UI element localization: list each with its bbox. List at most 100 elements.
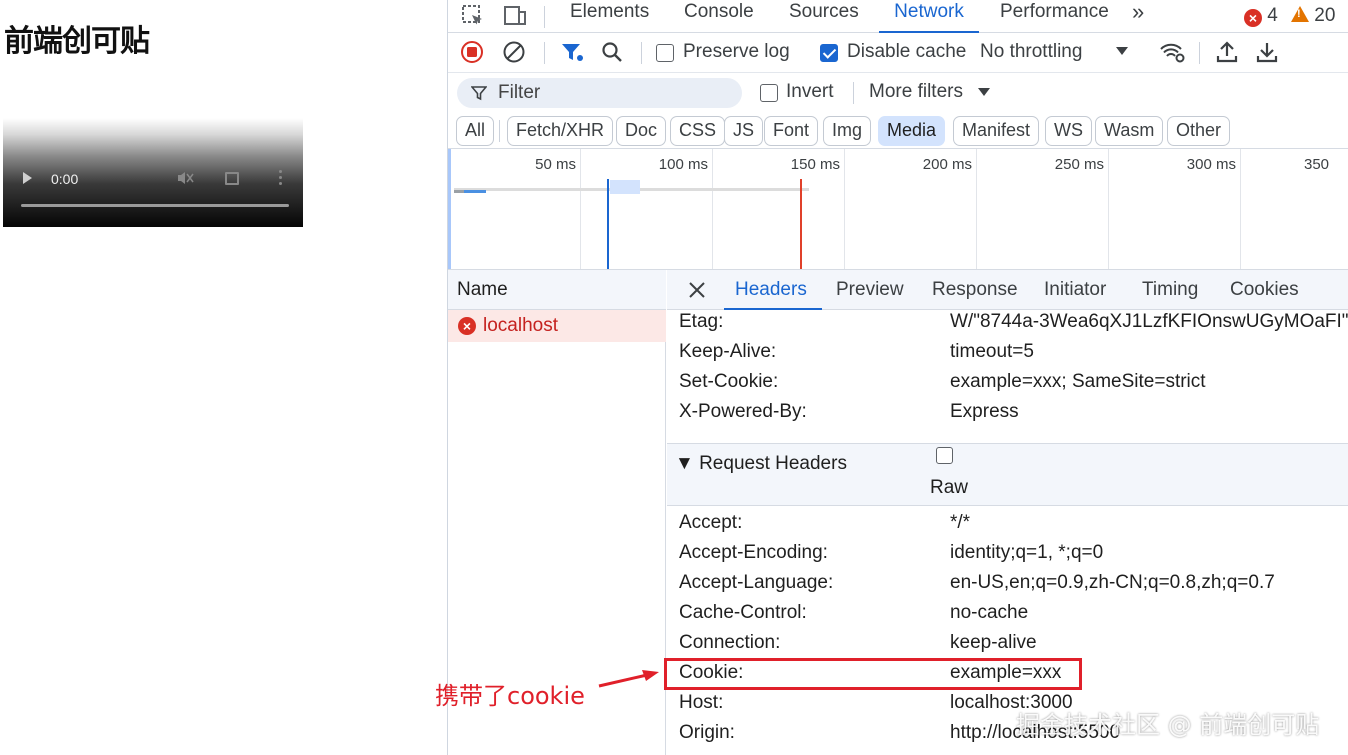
- type-img[interactable]: Img: [823, 116, 872, 146]
- raw-label[interactable]: Raw: [930, 477, 968, 499]
- timeline-label: 100 ms: [658, 156, 708, 173]
- type-js[interactable]: JS: [724, 116, 764, 146]
- header-value: */*: [950, 512, 971, 533]
- tab-network[interactable]: Network: [879, 0, 979, 33]
- timeline-label: 250 ms: [1054, 156, 1104, 173]
- video-time: 0:00: [51, 171, 79, 187]
- divider: [499, 120, 500, 142]
- header-key: Etag:: [679, 311, 724, 332]
- annotation-arrow-icon: [598, 670, 659, 688]
- close-icon[interactable]: [687, 280, 707, 305]
- tab-initiator[interactable]: Initiator: [1044, 279, 1106, 301]
- network-timeline-overview[interactable]: 50 ms 100 ms 150 ms 200 ms 250 ms 300 ms…: [448, 149, 1348, 270]
- warning-counter[interactable]: 20: [1291, 5, 1335, 27]
- import-har-icon[interactable]: [1215, 40, 1241, 66]
- tab-preview[interactable]: Preview: [836, 279, 904, 301]
- divider: [641, 42, 642, 64]
- throttling-select[interactable]: No throttling: [980, 41, 1082, 63]
- header-key: Accept:: [679, 512, 743, 533]
- response-header-row: Etag: W/"8744a-3Wea6qXJ1LzfKFIOnswUGyMOa…: [667, 309, 1348, 339]
- error-counter[interactable]: × 4: [1244, 5, 1278, 27]
- export-har-icon[interactable]: [1255, 40, 1281, 66]
- type-media[interactable]: Media: [878, 116, 946, 146]
- page-title: 前端创可贴: [4, 24, 150, 59]
- tab-timing[interactable]: Timing: [1142, 279, 1198, 301]
- filter-bar: Filter Invert More filters: [448, 73, 1348, 113]
- filter-toggle-icon[interactable]: [560, 40, 586, 66]
- timeline-label: 50 ms: [535, 156, 576, 173]
- response-header-row: Keep-Alive: timeout=5: [667, 339, 1348, 369]
- stop-recording-icon[interactable]: [460, 40, 486, 66]
- request-header-row: Accept-Language: en-US,en;q=0.9,zh-CN;q=…: [667, 570, 1348, 600]
- mute-icon[interactable]: [176, 170, 194, 186]
- header-key: Host:: [679, 692, 724, 713]
- header-value: identity;q=1, *;q=0: [950, 542, 1104, 563]
- header-value: keep-alive: [950, 632, 1037, 653]
- request-row[interactable]: × localhost: [448, 310, 666, 342]
- chevron-down-icon[interactable]: [978, 88, 990, 96]
- request-bar-segment: [454, 190, 464, 193]
- preserve-log-checkbox[interactable]: [656, 44, 674, 62]
- header-value: timeout=5: [950, 341, 1034, 362]
- filter-input[interactable]: Filter: [457, 78, 742, 108]
- response-header-row: Set-Cookie: example=xxx; SameSite=strict: [667, 369, 1348, 399]
- tab-performance[interactable]: Performance: [1000, 0, 1109, 33]
- type-other[interactable]: Other: [1167, 116, 1231, 146]
- disable-cache-checkbox[interactable]: [820, 44, 838, 62]
- more-filters-button[interactable]: More filters: [869, 81, 963, 103]
- timeline-range-handle[interactable]: [448, 149, 451, 269]
- timeline-label: 300 ms: [1186, 156, 1236, 173]
- tab-cookies[interactable]: Cookies: [1230, 279, 1299, 301]
- type-wasm[interactable]: Wasm: [1095, 116, 1164, 146]
- grid-line: [712, 149, 713, 269]
- preserve-log-label[interactable]: Preserve log: [683, 41, 790, 63]
- timeline-label: 350: [1304, 156, 1330, 173]
- tab-console[interactable]: Console: [684, 0, 754, 33]
- type-manifest[interactable]: Manifest: [953, 116, 1040, 146]
- search-icon[interactable]: [600, 40, 626, 66]
- more-tabs-icon[interactable]: »: [1132, 0, 1144, 31]
- tab-headers[interactable]: Headers: [735, 279, 807, 301]
- warning-icon: [1291, 6, 1309, 22]
- request-headers-section[interactable]: ▼ Request Headers Raw: [667, 443, 1348, 506]
- invert-label[interactable]: Invert: [786, 81, 834, 103]
- section-title[interactable]: ▼ Request Headers: [675, 453, 847, 475]
- error-count: 4: [1267, 5, 1278, 26]
- request-header-row: Accept-Encoding: identity;q=1, *;q=0: [667, 540, 1348, 570]
- type-css[interactable]: CSS: [670, 116, 726, 146]
- clear-icon[interactable]: [502, 40, 528, 66]
- play-icon[interactable]: [23, 172, 32, 184]
- tab-sources[interactable]: Sources: [789, 0, 859, 33]
- invert-checkbox[interactable]: [760, 84, 778, 102]
- request-bar-segment: [464, 190, 486, 193]
- type-all[interactable]: All: [456, 116, 495, 146]
- header-value: Express: [950, 401, 1019, 422]
- type-ws[interactable]: WS: [1045, 116, 1092, 146]
- type-font[interactable]: Font: [764, 116, 819, 146]
- chevron-down-icon[interactable]: [1116, 47, 1128, 55]
- disable-cache-label[interactable]: Disable cache: [847, 41, 966, 63]
- video-player[interactable]: 0:00: [3, 118, 303, 227]
- raw-checkbox[interactable]: [936, 447, 953, 464]
- resource-type-filters: All Fetch/XHR Doc CSS JS Font Img Media …: [448, 113, 1348, 149]
- grid-line: [976, 149, 977, 269]
- divider: [1199, 42, 1200, 64]
- more-options-icon[interactable]: [279, 170, 283, 186]
- device-toolbar-icon[interactable]: [502, 3, 528, 29]
- network-conditions-icon[interactable]: [1159, 40, 1185, 66]
- error-icon: ×: [458, 317, 476, 335]
- grid-line: [580, 149, 581, 269]
- type-doc[interactable]: Doc: [616, 116, 667, 146]
- type-fetch-xhr[interactable]: Fetch/XHR: [507, 116, 614, 146]
- tab-elements[interactable]: Elements: [570, 0, 649, 33]
- devtools-panel: Elements Console Sources Network Perform…: [447, 0, 1348, 755]
- fullscreen-icon[interactable]: [225, 172, 239, 185]
- funnel-icon: [470, 85, 488, 106]
- name-column-header[interactable]: Name: [448, 270, 666, 310]
- video-progress-track[interactable]: [21, 204, 289, 207]
- header-value: en-US,en;q=0.9,zh-CN;q=0.8,zh;q=0.7: [950, 572, 1275, 593]
- tab-response[interactable]: Response: [932, 279, 1018, 301]
- grid-line: [1108, 149, 1109, 269]
- header-key: Connection:: [679, 632, 781, 653]
- inspect-element-icon[interactable]: [460, 3, 486, 29]
